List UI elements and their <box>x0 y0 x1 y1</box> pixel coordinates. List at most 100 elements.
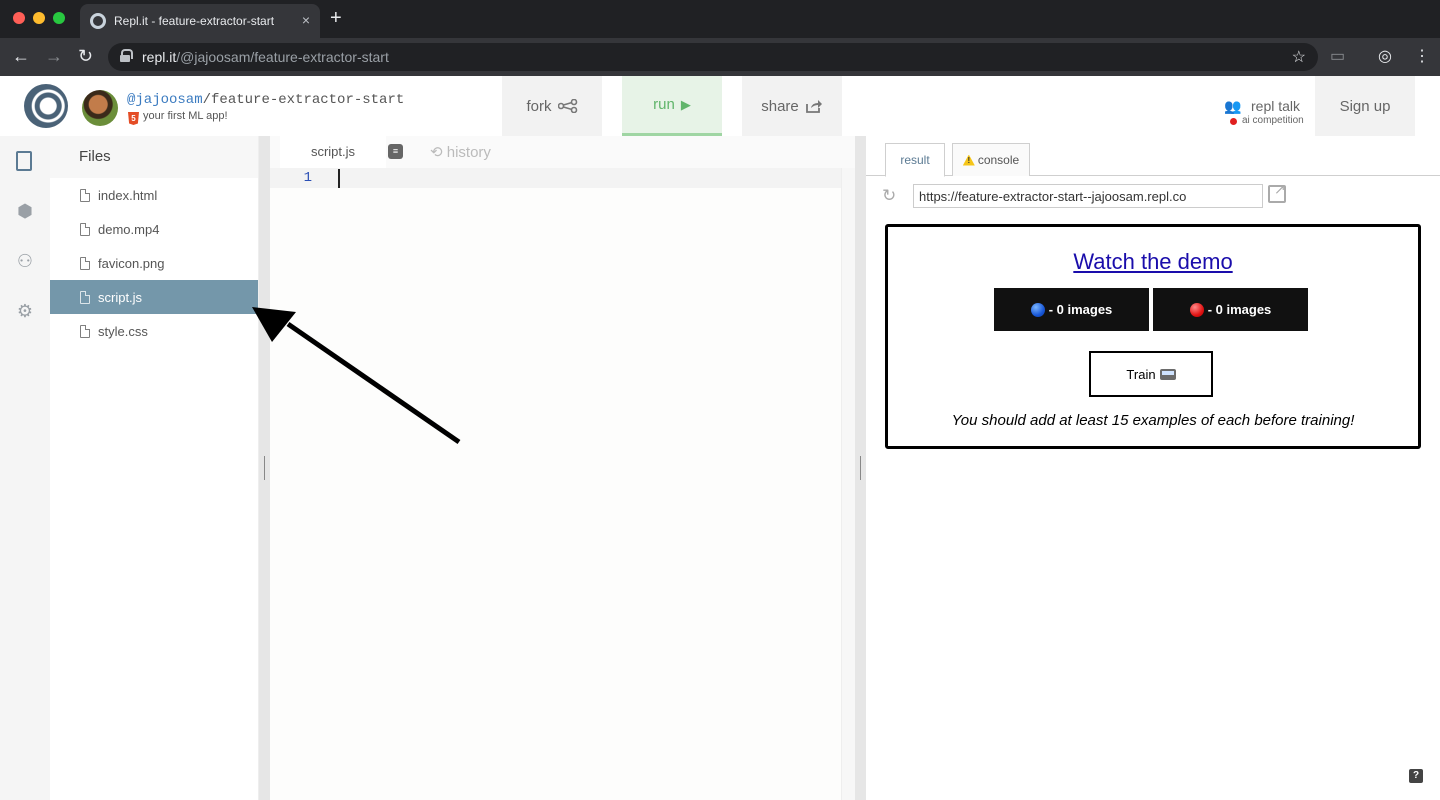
fork-icon <box>557 99 577 113</box>
bookmark-star-icon[interactable]: ☆ <box>1292 47 1306 67</box>
file-name: index.html <box>98 187 158 203</box>
preview-url-field[interactable] <box>913 184 1263 208</box>
blue-count-label: - 0 images <box>1048 302 1113 317</box>
red-count-label: - 0 images <box>1207 302 1272 317</box>
file-item-favicon-png[interactable]: favicon.png <box>50 246 258 280</box>
address-bar-url[interactable]: repl.it/@jajoosam/feature-extractor-star… <box>142 49 389 65</box>
repl-owner-link[interactable]: @jajoosam <box>127 92 203 108</box>
repl-talk-icon: 👥 <box>1224 98 1242 114</box>
add-blue-example-button[interactable]: - 0 images <box>994 288 1149 331</box>
file-item-demo-mp4[interactable]: demo.mp4 <box>50 212 258 246</box>
file-name: script.js <box>98 289 143 305</box>
signup-button[interactable]: Sign up <box>1315 76 1415 136</box>
repl-talk-link[interactable]: 👥 repl talk ai competition <box>1224 96 1310 132</box>
preview-resize-handle[interactable] <box>855 136 866 800</box>
code-editor[interactable]: script.js ≡ ⟲ history 1 <box>270 136 855 800</box>
tab-console[interactable]: ! console <box>952 143 1030 176</box>
file-item-script-js[interactable]: script.js <box>50 280 258 314</box>
format-code-icon[interactable]: ≡ <box>388 144 403 159</box>
repl-description: 5 your first ML app! <box>128 110 228 125</box>
browser-menu-icon[interactable]: ⋮ <box>1414 47 1430 67</box>
run-button[interactable]: run ▶ <box>622 76 722 136</box>
url-path: /@jajoosam/feature-extractor-start <box>176 49 389 65</box>
blue-circle-icon <box>1030 302 1045 317</box>
replit-logo-icon[interactable] <box>24 84 68 128</box>
file-icon <box>80 188 90 202</box>
red-circle-icon <box>1189 302 1204 317</box>
live-dot-icon <box>1230 118 1237 125</box>
avatar[interactable] <box>82 90 118 126</box>
warning-icon: ! <box>962 154 975 166</box>
file-icon <box>80 222 90 236</box>
close-window-button[interactable] <box>13 12 25 24</box>
tab-console-label: console <box>977 153 1020 167</box>
settings-icon[interactable]: ⚙ <box>14 300 36 322</box>
drag-handle-icon <box>860 456 861 480</box>
fork-button[interactable]: fork <box>502 76 602 136</box>
sidebar-resize-handle[interactable] <box>259 136 270 800</box>
share-label: share <box>761 97 799 115</box>
repl-description-text: your first ML app! <box>143 110 228 122</box>
address-bar[interactable]: repl.it/@jajoosam/feature-extractor-star… <box>108 43 1318 71</box>
file-item-index-html[interactable]: index.html <box>50 178 258 212</box>
browser-tab-title: Repl.it - feature-extractor-start <box>114 14 275 28</box>
editor-tab-bar: script.js ≡ ⟲ history <box>270 136 855 168</box>
left-rail: ⬢ ⚇ ⚙ <box>0 136 50 800</box>
watch-demo-link[interactable]: Watch the demo <box>888 249 1418 275</box>
train-icon <box>1159 368 1176 380</box>
share-icon <box>805 99 822 113</box>
text-caret <box>338 169 340 188</box>
fork-label: fork <box>526 97 552 115</box>
close-tab-icon[interactable]: × <box>302 12 310 28</box>
train-label: Train <box>1126 366 1156 382</box>
training-hint: You should add at least 15 examples of e… <box>951 412 1355 429</box>
html5-icon: 5 <box>128 112 139 125</box>
history-button[interactable]: ⟲ history <box>430 143 491 161</box>
tab-result-label: result <box>900 153 930 167</box>
file-icon <box>80 290 90 304</box>
file-name: favicon.png <box>98 255 165 271</box>
repl-path-separator: / <box>202 92 212 108</box>
multiplayer-icon[interactable]: ⚇ <box>14 250 36 272</box>
files-icon[interactable] <box>14 150 36 172</box>
repl-talk-label: repl talk <box>1251 98 1301 114</box>
tab-result[interactable]: result <box>885 143 945 177</box>
file-name: demo.mp4 <box>98 221 160 237</box>
add-red-example-button[interactable]: - 0 images <box>1153 288 1308 331</box>
repl-path: @jajoosam/feature-extractor-start <box>127 92 404 108</box>
file-item-style-css[interactable]: style.css <box>50 314 258 348</box>
editor-scrollbar[interactable] <box>841 168 855 800</box>
file-icon <box>80 256 90 270</box>
preview-pane: result ! console ↻ Watch the demo - 0 im… <box>866 136 1440 800</box>
file-name: style.css <box>98 323 148 339</box>
signup-label: Sign up <box>1339 97 1391 115</box>
browser-tab-strip: Repl.it - feature-extractor-start × + <box>0 0 1440 38</box>
run-label: run <box>653 96 675 113</box>
preview-reload-icon[interactable]: ↻ <box>882 186 896 206</box>
play-icon: ▶ <box>680 96 691 112</box>
train-button[interactable]: Train <box>1089 351 1213 397</box>
help-button[interactable]: ? <box>1409 769 1423 783</box>
url-host: repl.it <box>142 49 177 65</box>
open-in-new-tab-icon[interactable] <box>1268 181 1286 203</box>
packages-icon[interactable]: ⬢ <box>14 200 36 222</box>
competition-label: ai competition <box>1242 115 1304 126</box>
repl-header: @jajoosam/feature-extractor-start 5 your … <box>0 76 1440 136</box>
editor-tab-script-js[interactable]: script.js <box>280 136 386 168</box>
share-button[interactable]: share <box>742 76 842 136</box>
repl-name: feature-extractor-start <box>211 92 405 108</box>
history-label: history <box>446 144 491 161</box>
file-tree: Files index.html demo.mp4 favicon.png sc… <box>50 136 259 800</box>
forward-button[interactable]: → <box>45 46 63 66</box>
new-tab-button[interactable]: + <box>330 8 342 28</box>
cast-icon[interactable]: ▭ <box>1330 47 1345 67</box>
minimize-window-button[interactable] <box>33 12 45 24</box>
back-button[interactable]: ← <box>12 46 30 66</box>
line-number: 1 <box>303 170 312 186</box>
maximize-window-button[interactable] <box>53 12 65 24</box>
incognito-icon[interactable]: ◎ <box>1378 47 1392 67</box>
lock-icon <box>120 49 133 63</box>
browser-tab[interactable]: Repl.it - feature-extractor-start × <box>80 4 320 38</box>
preview-tab-bar: result ! console <box>866 136 1440 177</box>
reload-button[interactable]: ↻ <box>78 46 93 66</box>
